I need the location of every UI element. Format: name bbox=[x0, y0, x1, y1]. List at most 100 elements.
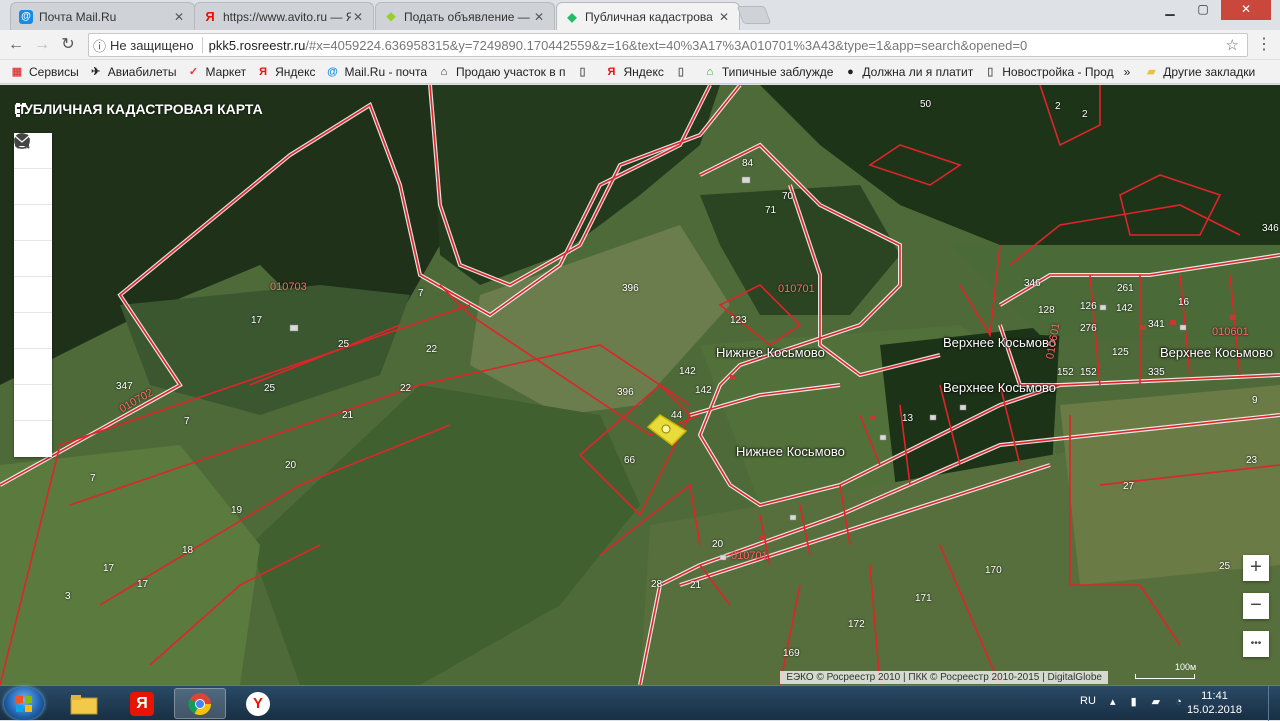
zoom-out-button[interactable]: − bbox=[1243, 593, 1269, 619]
layers-icon[interactable] bbox=[14, 134, 52, 241]
tab-cadastral-map[interactable]: ◆ Публичная кадастрова ✕ bbox=[556, 2, 740, 30]
tab-title: Подать объявление — О bbox=[404, 9, 532, 24]
taskbar-yandex-browser[interactable]: Я bbox=[116, 688, 168, 719]
parcel-number: 335 bbox=[1148, 367, 1165, 378]
avito-icon: ❖ bbox=[385, 9, 397, 24]
close-icon[interactable]: ✕ bbox=[532, 10, 546, 24]
bookmark-sell-plot[interactable]: ⌂ Продаю участок в п bbox=[437, 65, 566, 79]
taskbar-explorer[interactable] bbox=[58, 688, 110, 719]
help-icon[interactable]: ? bbox=[14, 133, 52, 421]
back-button[interactable]: ← bbox=[6, 35, 26, 55]
bookmark-market[interactable]: ✓ Маркет bbox=[186, 65, 246, 79]
parcel-number: 347 bbox=[116, 381, 133, 392]
bookmark-yandex-2[interactable]: Я Яндекс bbox=[604, 65, 664, 79]
ruler-icon[interactable] bbox=[14, 133, 52, 313]
map-toolbar: ? bbox=[14, 133, 52, 457]
bookmark-label: Авиабилеты bbox=[107, 64, 177, 79]
star-icon[interactable] bbox=[14, 134, 52, 349]
parcel-number: 22 bbox=[400, 383, 412, 394]
mail-icon[interactable] bbox=[14, 135, 52, 457]
bookmark-other[interactable]: ▰ Другие закладки bbox=[1144, 65, 1255, 79]
parcel-number: 172 bbox=[848, 619, 865, 630]
parcel-number: 152 bbox=[1057, 367, 1074, 378]
place-label: Верхнее Косьмово bbox=[943, 335, 1056, 350]
parcel-number: 142 bbox=[695, 385, 712, 396]
parcel-number: 70 bbox=[782, 191, 794, 202]
language-indicator[interactable]: RU bbox=[1080, 695, 1096, 707]
parcel-number: 19 bbox=[231, 505, 243, 516]
info-icon[interactable]: ⓘ bbox=[89, 36, 106, 55]
close-icon[interactable]: ✕ bbox=[717, 10, 731, 24]
bookmark-mailru[interactable]: @ Mail.Ru - почта bbox=[325, 65, 427, 79]
satellite-imagery bbox=[0, 85, 1280, 685]
bookmark-services[interactable]: ▦ Сервисы bbox=[10, 65, 79, 79]
security-label[interactable]: Не защищено bbox=[106, 38, 200, 53]
parcel-number: 20 bbox=[285, 460, 297, 471]
minimize-button[interactable]: ▁ bbox=[1155, 0, 1185, 20]
mail-ru-icon: @ bbox=[327, 65, 338, 78]
bookmark-page[interactable]: ▯ bbox=[575, 65, 594, 79]
info-icon[interactable] bbox=[14, 133, 52, 205]
cadastral-map[interactable]: ПУБЛИЧНАЯ КАДАСТРОВАЯ КАРТА ? Ни bbox=[0, 85, 1280, 685]
bookmark-page-2[interactable]: ▯ bbox=[674, 65, 693, 79]
bookmark-star-icon[interactable]: ☆ bbox=[1226, 36, 1239, 54]
print-icon[interactable] bbox=[14, 134, 52, 385]
pkk-logo-icon bbox=[16, 103, 26, 117]
pencil-icon[interactable] bbox=[14, 135, 52, 277]
more-options-button[interactable]: ••• bbox=[1243, 631, 1269, 657]
bookmark-yandex[interactable]: Я Яндекс bbox=[256, 65, 315, 79]
parcel-number: 50 bbox=[920, 99, 932, 110]
airplane-icon: ✈ bbox=[91, 66, 101, 78]
place-label: Нижнее Косьмово bbox=[736, 444, 845, 459]
page-icon: ▯ bbox=[987, 66, 994, 78]
block-label: 010701 bbox=[778, 283, 815, 295]
parcel-number: 23 bbox=[1246, 455, 1258, 466]
tab-avito[interactable]: Я https://www.avito.ru — Я ✕ bbox=[194, 2, 374, 30]
bookmark-newbuild[interactable]: ▯ Новостройка - Прод bbox=[983, 65, 1113, 79]
tab-mail[interactable]: @ Почта Mail.Ru ✕ bbox=[10, 2, 195, 30]
windows-start-button[interactable] bbox=[4, 687, 44, 720]
parcel-number: 21 bbox=[342, 410, 354, 421]
address-bar[interactable]: ⓘ Не защищено pkk5.rosreestr.ru /#x=4059… bbox=[88, 33, 1248, 57]
close-icon[interactable]: ✕ bbox=[172, 10, 186, 24]
yandex-icon: Я bbox=[259, 65, 268, 78]
parcel-number: 170 bbox=[985, 565, 1002, 576]
home-icon: ⌂ bbox=[440, 65, 448, 78]
page-icon: ▯ bbox=[579, 66, 586, 78]
parcel-number: 169 bbox=[783, 648, 800, 659]
yandex-icon: Я bbox=[607, 65, 616, 78]
menu-kebab-icon[interactable]: ⋮ bbox=[1254, 35, 1274, 55]
taskbar-yandex[interactable]: Y bbox=[232, 688, 284, 719]
bookmark-should-pay[interactable]: ● Должна ли я платит bbox=[843, 65, 973, 79]
rosreestr-icon: ◆ bbox=[567, 9, 577, 24]
parcel-number: 17 bbox=[251, 315, 263, 326]
parcel-number: 25 bbox=[264, 383, 276, 394]
map-attribution: ЕЭКО © Росреестр 2010 | ПКК © Росреестр … bbox=[780, 671, 1108, 684]
parcel-number: 28 bbox=[651, 579, 663, 590]
show-desktop-button[interactable] bbox=[1268, 686, 1280, 721]
maximize-button[interactable]: ▢ bbox=[1188, 0, 1218, 20]
bookmark-label: Типичные заблужде bbox=[721, 64, 834, 79]
forward-button[interactable]: → bbox=[32, 35, 52, 55]
selected-parcel-marker bbox=[661, 424, 671, 434]
reload-button[interactable]: ↻ bbox=[58, 35, 78, 55]
tab-post-ad[interactable]: ❖ Подать объявление — О ✕ bbox=[375, 2, 555, 30]
divider bbox=[201, 37, 203, 53]
system-clock[interactable]: 11:41 15.02.2018 bbox=[1187, 689, 1242, 717]
page-icon: ▯ bbox=[677, 66, 684, 78]
bookmark-avia[interactable]: ✈ Авиабилеты bbox=[89, 64, 177, 79]
taskbar-chrome[interactable] bbox=[174, 688, 226, 719]
bookmark-more[interactable]: » bbox=[1124, 65, 1131, 79]
close-icon[interactable]: ✕ bbox=[351, 10, 365, 24]
bookmark-typical[interactable]: ⌂ Типичные заблужде bbox=[703, 65, 834, 79]
tray-icons[interactable]: ▴ ▮ ▰ ◔ bbox=[1110, 695, 1188, 708]
bookmark-label: Яндекс bbox=[275, 64, 316, 79]
new-tab-button[interactable] bbox=[736, 6, 772, 24]
close-window-button[interactable]: ✕ bbox=[1221, 0, 1271, 20]
tab-title: Почта Mail.Ru bbox=[39, 9, 117, 24]
zoom-in-button[interactable]: + bbox=[1243, 555, 1269, 581]
parcel-number: 7 bbox=[418, 288, 424, 299]
yandex-browser-icon: Я bbox=[130, 691, 154, 716]
map-title-text: ПУБЛИЧНАЯ КАДАСТРОВАЯ КАРТА bbox=[14, 101, 263, 117]
zen-icon: ● bbox=[847, 65, 854, 78]
